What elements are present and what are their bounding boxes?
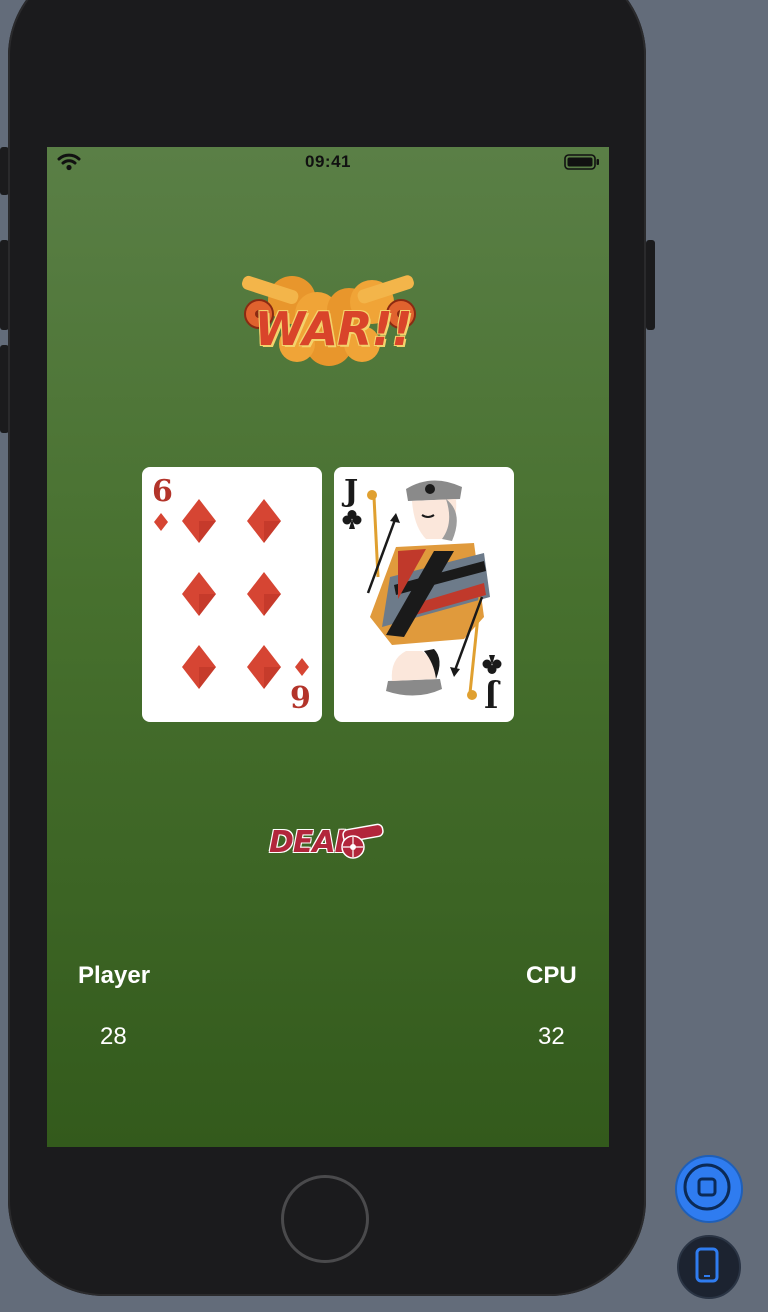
player-score: 28 <box>100 1023 127 1050</box>
home-button[interactable] <box>281 1175 369 1263</box>
power-button <box>646 240 655 330</box>
diamond-suit-icon <box>295 658 309 676</box>
device-rotate-icon[interactable] <box>677 1235 741 1299</box>
game-screen: 09:41 WAR!! 6 6 J J DEAL Player 28 CPU 3… <box>47 147 609 1147</box>
battery-icon <box>564 154 599 170</box>
logo-text: WAR!! <box>254 302 412 356</box>
card-rank-bottom: 6 <box>290 678 311 713</box>
war-logo: WAR!! <box>237 272 422 372</box>
cpu-card: J J <box>334 467 514 722</box>
deal-button[interactable]: DEAL <box>267 819 389 865</box>
player-label: Player <box>78 962 151 989</box>
player-card: 6 6 <box>142 467 322 722</box>
cannon-icon <box>341 823 384 859</box>
cpu-score: 32 <box>538 1023 565 1050</box>
club-suit-icon <box>482 655 502 674</box>
status-time: 09:41 <box>305 152 351 171</box>
cpu-label: CPU <box>526 962 577 989</box>
card-rank-bottom: J <box>484 678 499 713</box>
status-bar: 09:41 <box>47 147 609 177</box>
home-icon[interactable] <box>675 1155 743 1223</box>
